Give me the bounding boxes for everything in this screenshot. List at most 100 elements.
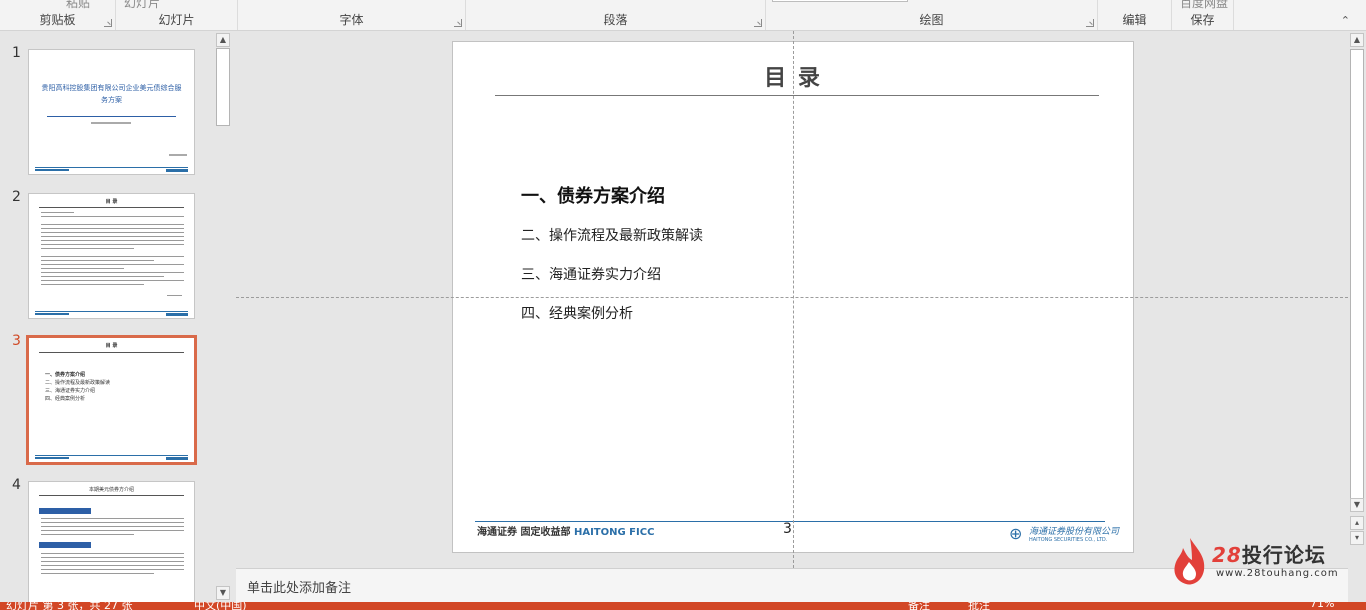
scroll-up-icon[interactable]: ▲ bbox=[1350, 33, 1364, 47]
slide-page-number: 3 bbox=[783, 521, 792, 537]
toc-item-4[interactable]: 四、经典案例分析 bbox=[521, 303, 633, 323]
haitong-logo-icon: ⊕ bbox=[1009, 524, 1023, 543]
logo-company-en: HAITONG SECURITIES CO., LTD. bbox=[1029, 537, 1108, 543]
comments-toggle[interactable]: 批注 bbox=[968, 602, 990, 610]
group-label-save: 保存 bbox=[1190, 13, 1215, 27]
slide-thumbnail-2[interactable]: 目 录 bbox=[28, 193, 195, 319]
clipboard-launcher-icon[interactable] bbox=[104, 19, 112, 27]
watermark-url: www.28touhang.com bbox=[1216, 568, 1339, 579]
thumb3-item: 三、海通证券实力介绍 bbox=[45, 388, 96, 394]
editor-scrollbar[interactable]: ▲ ▼ ▴ ▾ bbox=[1348, 31, 1366, 568]
group-label-editing: 编辑 bbox=[1122, 13, 1147, 27]
group-save: 保存 bbox=[1172, 0, 1234, 30]
status-bar: 幻灯片 第 3 张，共 27 张 中文(中国) 备注 批注 71% bbox=[0, 602, 1366, 610]
thumb2-text-line bbox=[41, 248, 134, 249]
thumbnail-pane: 1 2 3 4 贵阳高科控股集团有限公司企业美元债综合服务方案 目 录 目 录 … bbox=[0, 31, 236, 605]
group-clipboard: 剪贴板 bbox=[0, 0, 116, 30]
footer-department-en: HAITONG FICC bbox=[573, 527, 655, 538]
thumb4-text-line bbox=[41, 569, 184, 570]
footer-department: 海通证券 固定收益部 HAITONG FICC bbox=[477, 523, 654, 538]
logo-company-cn: 海通证券股份有限公司 bbox=[1029, 527, 1120, 537]
thumb4-rule bbox=[39, 495, 184, 496]
group-paragraph: 段落 bbox=[466, 0, 766, 30]
thumb4-blue-tag bbox=[39, 542, 91, 548]
thumb4-text-line bbox=[41, 573, 154, 574]
slide-editor: 目 录 一、债券方案介绍 二、操作流程及最新政策解读 三、海通证券实力介绍 四、… bbox=[236, 31, 1348, 568]
thumb2-text-line bbox=[41, 212, 74, 213]
previous-slide-icon[interactable]: ▴ bbox=[1350, 516, 1364, 530]
thumb2-text-line bbox=[41, 268, 124, 269]
thumb2-text-line bbox=[41, 264, 184, 265]
title-rule bbox=[495, 95, 1099, 96]
group-editing: 编辑 bbox=[1098, 0, 1172, 30]
powerpoint-window: 粘贴 幻灯片 百度网盘 剪贴板 幻灯片 字体 段落 绘图 编辑 保存 ⌃ 1 2… bbox=[0, 0, 1366, 610]
thumb2-text-line bbox=[41, 216, 184, 217]
paragraph-launcher-icon[interactable] bbox=[754, 19, 762, 27]
scrollbar-thumb[interactable] bbox=[216, 48, 230, 126]
thumbnail-number: 3 bbox=[12, 333, 21, 349]
drawing-launcher-icon[interactable] bbox=[1086, 19, 1094, 27]
horizontal-guide[interactable] bbox=[236, 297, 1348, 298]
group-label-font: 字体 bbox=[339, 13, 364, 27]
watermark-28touhang: 28投行论坛 www.28touhang.com bbox=[1168, 536, 1343, 588]
slide-thumbnail-1[interactable]: 贵阳高科控股集团有限公司企业美元债综合服务方案 bbox=[28, 49, 195, 175]
slide-counter: 幻灯片 第 3 张，共 27 张 bbox=[6, 602, 133, 610]
notes-toggle[interactable]: 备注 bbox=[908, 602, 930, 610]
thumb2-text-line bbox=[41, 228, 184, 229]
zoom-level[interactable]: 71% bbox=[1310, 602, 1334, 610]
thumbnail-number: 4 bbox=[12, 477, 21, 493]
scroll-up-icon[interactable]: ▲ bbox=[216, 33, 230, 47]
thumb2-text-line bbox=[41, 284, 144, 285]
group-label-clipboard: 剪贴板 bbox=[39, 13, 76, 27]
thumb2-text-line bbox=[41, 276, 164, 277]
thumb4-text-line bbox=[41, 565, 184, 566]
language-indicator[interactable]: 中文(中国) bbox=[194, 602, 247, 610]
group-label-slides: 幻灯片 bbox=[158, 13, 195, 27]
slide-thumbnail-4[interactable]: 本期美元债券方介绍 bbox=[28, 481, 195, 605]
thumb1-footer bbox=[35, 167, 188, 172]
scrollbar-track[interactable] bbox=[1350, 49, 1364, 499]
notes-placeholder[interactable]: 单击此处添加备注 bbox=[247, 577, 351, 596]
thumb4-text-line bbox=[41, 534, 134, 535]
group-slides: 幻灯片 bbox=[116, 0, 238, 30]
thumb2-text-line bbox=[41, 224, 184, 225]
group-label-drawing: 绘图 bbox=[919, 13, 944, 27]
thumb3-item: 二、操作流程及最新政策解读 bbox=[45, 380, 111, 386]
thumb4-title: 本期美元债券方介绍 bbox=[88, 487, 134, 493]
thumb4-text-line bbox=[41, 557, 184, 558]
thumb2-text-line bbox=[41, 272, 184, 273]
thumb3-footer bbox=[35, 455, 188, 460]
thumb3-title: 目 录 bbox=[105, 343, 118, 349]
thumb1-subtitle bbox=[91, 122, 131, 124]
thumb2-text-line bbox=[41, 240, 184, 241]
toc-item-1[interactable]: 一、债券方案介绍 bbox=[521, 182, 665, 208]
vertical-guide[interactable] bbox=[793, 31, 794, 568]
thumb2-text-line bbox=[41, 232, 184, 233]
thumb1-rule bbox=[47, 116, 176, 117]
thumb2-text-line bbox=[41, 256, 184, 257]
watermark-text: 投行论坛 bbox=[1241, 543, 1326, 567]
font-launcher-icon[interactable] bbox=[454, 19, 462, 27]
slide-thumbnail-3[interactable]: 目 录 一、债券方案介绍 二、操作流程及最新政策解读 三、海通证券实力介绍 四、… bbox=[26, 335, 197, 465]
toc-item-2[interactable]: 二、操作流程及最新政策解读 bbox=[521, 225, 703, 245]
scroll-down-icon[interactable]: ▼ bbox=[1350, 498, 1364, 512]
thumb3-item: 一、债券方案介绍 bbox=[45, 372, 86, 378]
thumb4-text-line bbox=[41, 553, 184, 554]
thumb4-text-line bbox=[41, 526, 184, 527]
flame-icon bbox=[1174, 538, 1205, 585]
thumb2-footer bbox=[35, 311, 188, 316]
toc-item-3[interactable]: 三、海通证券实力介绍 bbox=[521, 264, 661, 284]
scroll-down-icon[interactable]: ▼ bbox=[216, 586, 230, 600]
thumb4-text-line bbox=[41, 522, 184, 523]
ribbon: 粘贴 幻灯片 百度网盘 剪贴板 幻灯片 字体 段落 绘图 编辑 保存 ⌃ bbox=[0, 0, 1366, 31]
thumbnail-scrollbar[interactable]: ▲ ▼ bbox=[215, 33, 231, 600]
next-slide-icon[interactable]: ▾ bbox=[1350, 531, 1364, 545]
watermark-number: 28 bbox=[1212, 543, 1242, 567]
collapse-ribbon-icon[interactable]: ⌃ bbox=[1341, 14, 1350, 27]
thumbnail-number: 1 bbox=[12, 45, 21, 61]
thumb2-text-line bbox=[41, 244, 184, 245]
thumb3-rule bbox=[39, 352, 184, 353]
group-font: 字体 bbox=[238, 0, 466, 30]
thumb4-text-line bbox=[41, 530, 184, 531]
group-drawing: 绘图 bbox=[766, 0, 1098, 30]
